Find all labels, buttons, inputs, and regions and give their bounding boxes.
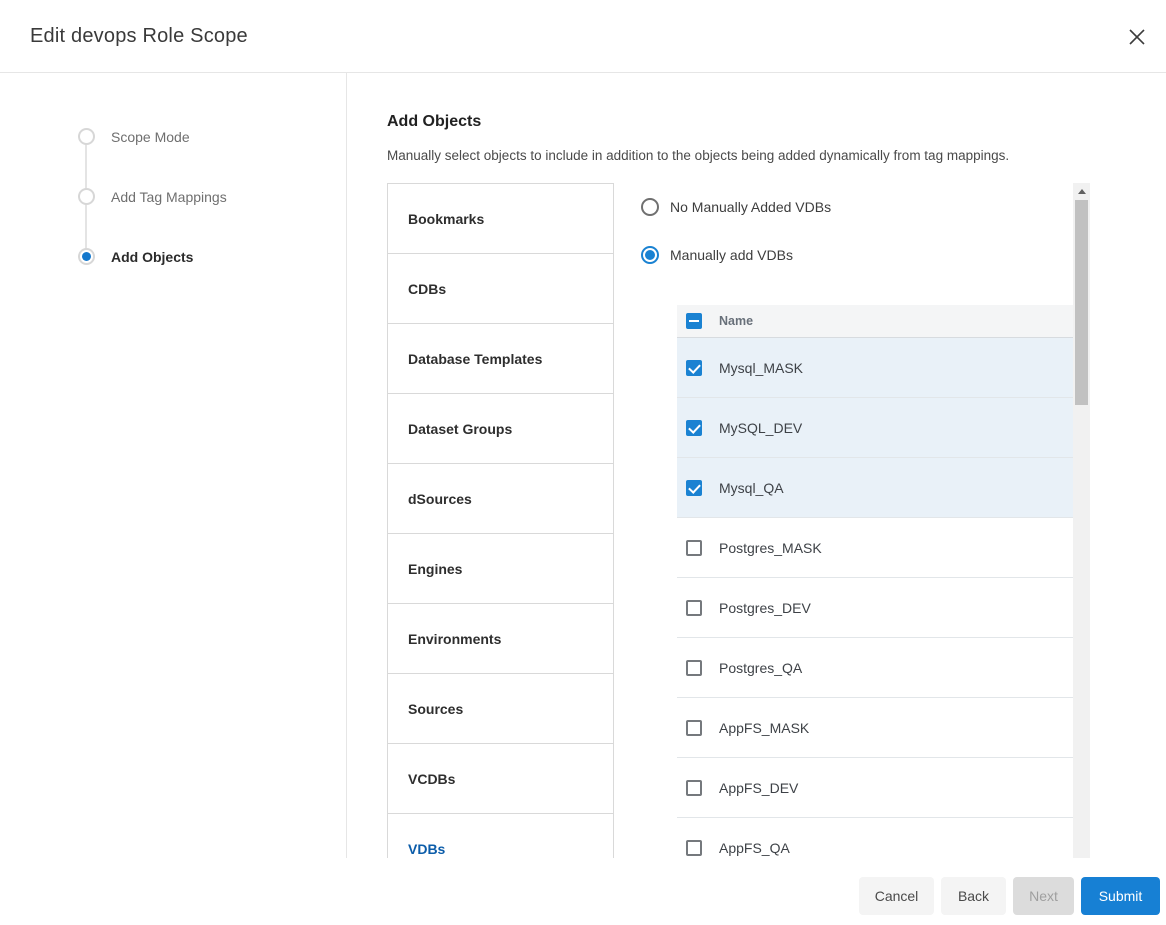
row-name: Postgres_QA	[719, 660, 802, 676]
radio-manually-add-vdbs[interactable]: Manually add VDBs	[641, 246, 793, 264]
category-dsources[interactable]: dSources	[388, 464, 613, 534]
dialog-header: Edit devops Role Scope	[0, 0, 1166, 73]
row-name: AppFS_MASK	[719, 720, 809, 736]
table-row[interactable]: Postgres_DEV	[677, 578, 1073, 638]
table-row[interactable]: Mysql_MASK	[677, 338, 1073, 398]
category-dataset-groups[interactable]: Dataset Groups	[388, 394, 613, 464]
category-vdbs[interactable]: VDBs	[388, 814, 613, 858]
back-button[interactable]: Back	[941, 877, 1006, 915]
stepper-sidebar: Scope Mode Add Tag Mappings Add Objects	[0, 73, 347, 858]
radio-no-manually-added-vdbs[interactable]: No Manually Added VDBs	[641, 198, 831, 216]
category-environments[interactable]: Environments	[388, 604, 613, 674]
next-button: Next	[1013, 877, 1074, 915]
cancel-button[interactable]: Cancel	[859, 877, 934, 915]
table-row[interactable]: Postgres_MASK	[677, 518, 1073, 578]
category-sources[interactable]: Sources	[388, 674, 613, 744]
radio-selected-icon	[641, 246, 659, 264]
category-label: dSources	[408, 491, 472, 507]
table-row[interactable]: AppFS_QA	[677, 818, 1073, 858]
table-row[interactable]: MySQL_DEV	[677, 398, 1073, 458]
radio-label: Manually add VDBs	[670, 247, 793, 263]
vertical-scrollbar[interactable]	[1073, 183, 1090, 858]
category-label: Sources	[408, 701, 463, 717]
row-checkbox[interactable]	[686, 660, 702, 676]
radio-unselected-icon	[641, 198, 659, 216]
row-name: AppFS_DEV	[719, 780, 798, 796]
category-bookmarks[interactable]: Bookmarks	[388, 184, 613, 254]
table-row[interactable]: Mysql_QA	[677, 458, 1073, 518]
page-title: Add Objects	[387, 113, 481, 131]
content-row: Bookmarks CDBs Database Templates Datase…	[387, 183, 1166, 858]
row-name: Postgres_MASK	[719, 540, 822, 556]
row-name: MySQL_DEV	[719, 420, 802, 436]
category-cdbs[interactable]: CDBs	[388, 254, 613, 324]
category-label: Database Templates	[408, 351, 542, 367]
row-checkbox[interactable]	[686, 540, 702, 556]
category-label: VDBs	[408, 841, 445, 857]
category-label: Environments	[408, 631, 501, 647]
row-checkbox[interactable]	[686, 780, 702, 796]
edit-role-scope-dialog: Edit devops Role Scope Scope Mode Add Ta…	[0, 0, 1166, 925]
close-icon[interactable]	[1126, 26, 1148, 48]
object-category-list: Bookmarks CDBs Database Templates Datase…	[387, 183, 614, 858]
scrollbar-thumb[interactable]	[1075, 200, 1088, 405]
step-circle-active-icon	[78, 248, 95, 265]
dialog-body: Scope Mode Add Tag Mappings Add Objects …	[0, 73, 1166, 858]
category-label: VCDBs	[408, 771, 455, 787]
row-checkbox[interactable]	[686, 840, 702, 856]
vdb-table: Name Mysql_MASK MySQL_DEV Mysql_QA	[677, 305, 1073, 858]
row-checkbox[interactable]	[686, 360, 702, 376]
stepper: Scope Mode Add Tag Mappings Add Objects	[0, 73, 346, 265]
step-label: Add Tag Mappings	[111, 189, 227, 205]
category-engines[interactable]: Engines	[388, 534, 613, 604]
row-checkbox[interactable]	[686, 480, 702, 496]
step-scope-mode[interactable]: Scope Mode	[78, 128, 346, 145]
category-vcdbs[interactable]: VCDBs	[388, 744, 613, 814]
table-header-row: Name	[677, 305, 1073, 338]
category-label: Dataset Groups	[408, 421, 512, 437]
table-row[interactable]: AppFS_MASK	[677, 698, 1073, 758]
table-row[interactable]: AppFS_DEV	[677, 758, 1073, 818]
category-label: Bookmarks	[408, 211, 484, 227]
close-x-glyph	[1127, 27, 1147, 47]
category-database-templates[interactable]: Database Templates	[388, 324, 613, 394]
main-panel: Add Objects Manually select objects to i…	[347, 73, 1166, 858]
scroll-up-arrow-icon[interactable]	[1073, 183, 1090, 200]
row-checkbox[interactable]	[686, 720, 702, 736]
step-circle-icon	[78, 128, 95, 145]
column-header-name: Name	[719, 314, 753, 328]
vdb-selection-panel: No Manually Added VDBs Manually add VDBs…	[635, 183, 1090, 858]
row-name: Mysql_MASK	[719, 360, 803, 376]
dialog-title: Edit devops Role Scope	[30, 25, 248, 48]
select-all-checkbox[interactable]	[686, 313, 702, 329]
row-name: AppFS_QA	[719, 840, 790, 856]
table-row[interactable]: Postgres_QA	[677, 638, 1073, 698]
row-name: Mysql_QA	[719, 480, 784, 496]
step-add-objects[interactable]: Add Objects	[78, 248, 346, 265]
step-label: Scope Mode	[111, 129, 190, 145]
step-add-tag-mappings[interactable]: Add Tag Mappings	[78, 188, 346, 205]
row-checkbox[interactable]	[686, 420, 702, 436]
dialog-footer: Cancel Back Next Submit	[0, 858, 1166, 925]
radio-label: No Manually Added VDBs	[670, 199, 831, 215]
page-description: Manually select objects to include in ad…	[387, 148, 1009, 163]
submit-button[interactable]: Submit	[1081, 877, 1160, 915]
category-label: CDBs	[408, 281, 446, 297]
step-label: Add Objects	[111, 249, 193, 265]
category-label: Engines	[408, 561, 462, 577]
row-name: Postgres_DEV	[719, 600, 811, 616]
step-circle-icon	[78, 188, 95, 205]
row-checkbox[interactable]	[686, 600, 702, 616]
